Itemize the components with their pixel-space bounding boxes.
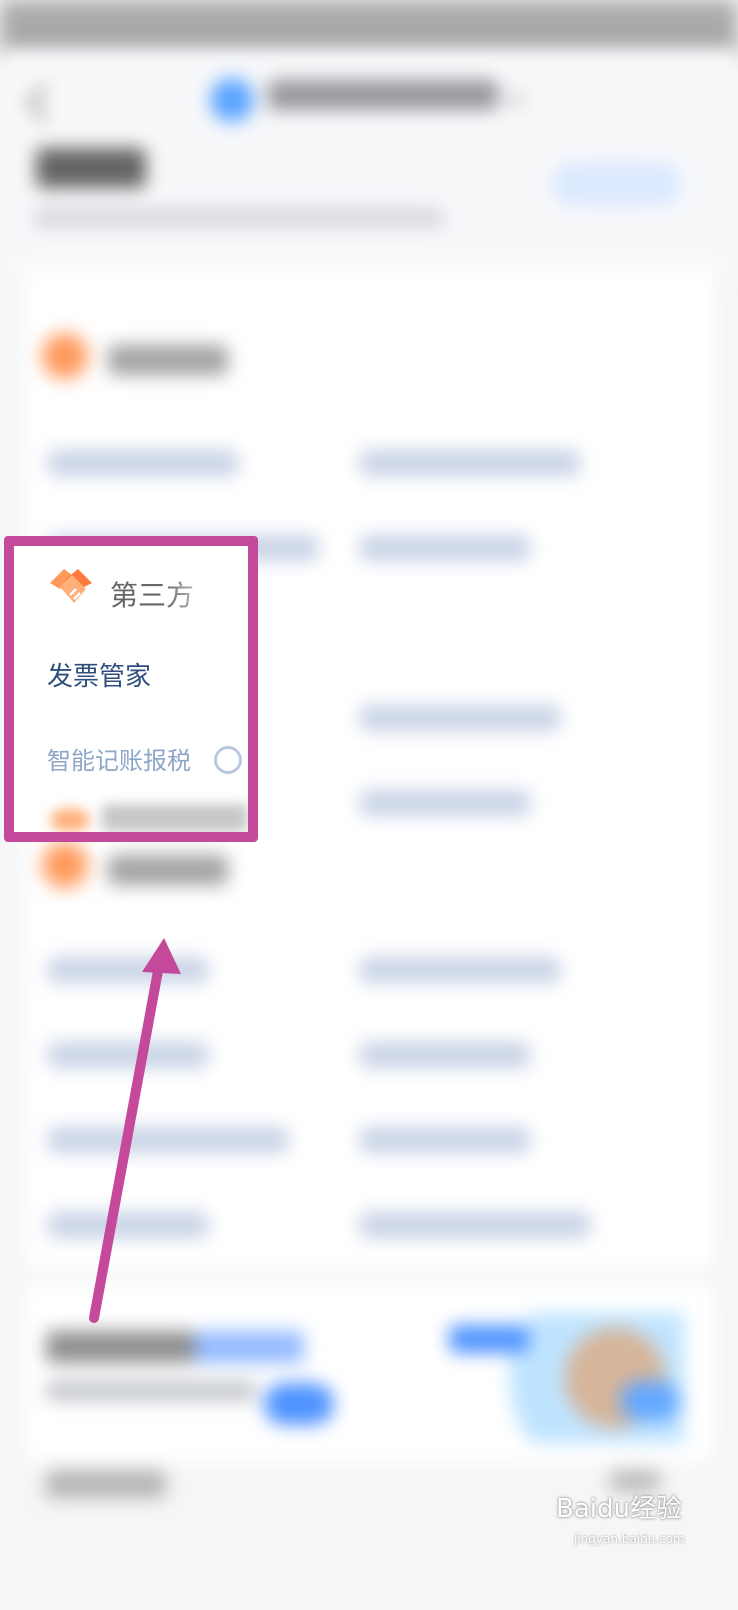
watermark-logo: Baidu经验 xyxy=(556,1494,682,1524)
arrow-shaft xyxy=(89,955,165,1323)
watermark-url: jingyan.baidu.com xyxy=(574,1532,685,1546)
arrow-pointer xyxy=(89,938,181,1323)
arrow-head xyxy=(142,938,181,974)
